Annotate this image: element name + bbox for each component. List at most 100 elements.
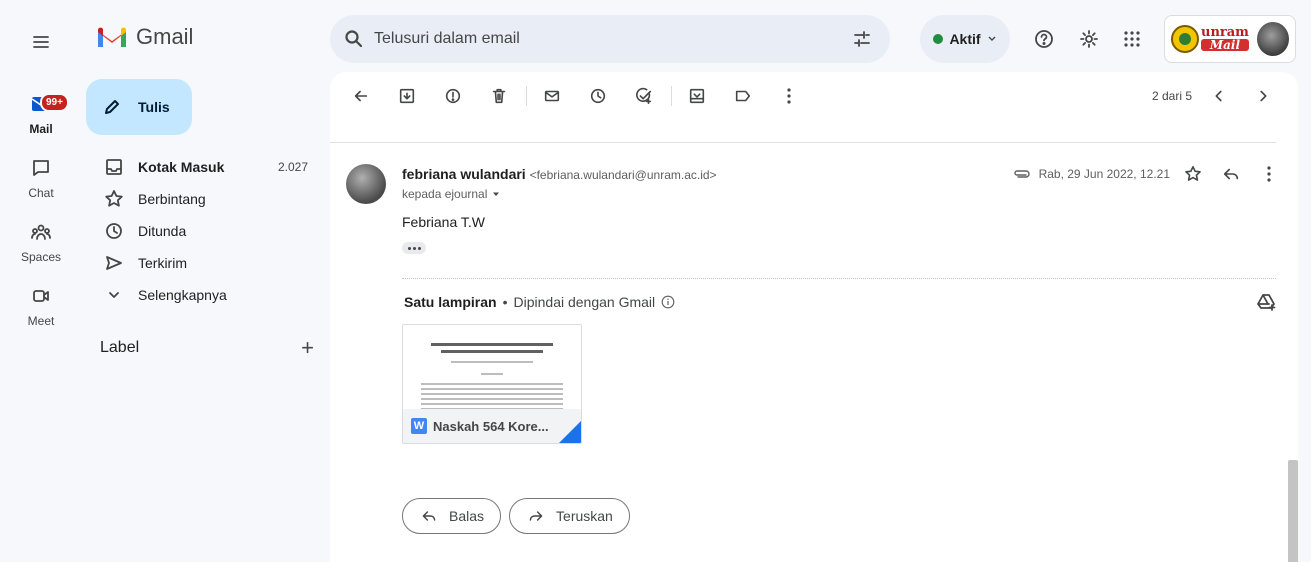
search-options-icon[interactable] <box>852 29 872 49</box>
add-to-drive-button[interactable] <box>1256 292 1276 312</box>
chevron-right-icon <box>1260 90 1267 102</box>
report-spam-button[interactable] <box>436 79 470 113</box>
search-bar[interactable]: Telusuri dalam email <box>330 15 890 63</box>
message-date: Rab, 29 Jun 2022, 12.21 <box>1038 167 1170 181</box>
compose-button[interactable]: Tulis <box>86 79 192 135</box>
apps-button[interactable] <box>1120 27 1144 51</box>
meet-icon <box>25 282 57 310</box>
back-button[interactable] <box>344 79 378 113</box>
reply-icon <box>422 511 436 521</box>
compose-label: Tulis <box>138 99 170 115</box>
forward-icon <box>529 511 543 521</box>
gear-icon <box>1080 30 1098 48</box>
message-panel: 2 dari 5 febriana wulandari <febriana.wu… <box>330 72 1298 562</box>
chat-icon <box>25 154 57 182</box>
message-more-button[interactable] <box>1254 159 1284 189</box>
add-label-button[interactable]: + <box>301 337 314 359</box>
more-vert-icon <box>787 88 791 104</box>
attachment-header: Satu lampiran • Dipindai dengan Gmail <box>404 294 675 310</box>
older-button[interactable] <box>1246 79 1280 113</box>
star-icon <box>1185 165 1201 181</box>
divider <box>330 142 1276 143</box>
message-toolbar: 2 dari 5 <box>330 72 1298 120</box>
newer-button[interactable] <box>1202 79 1236 113</box>
sender-avatar[interactable] <box>346 164 386 204</box>
archive-icon <box>399 88 415 104</box>
attachment-icon <box>1013 170 1030 178</box>
reply-button[interactable]: Balas <box>402 498 502 534</box>
chevron-left-icon <box>1215 90 1222 102</box>
reply-icon-button[interactable] <box>1216 159 1246 189</box>
gmail-m-icon <box>98 27 126 47</box>
report-icon <box>445 88 461 104</box>
envelope-icon <box>544 90 560 102</box>
hamburger-icon <box>33 36 49 48</box>
search-icon <box>345 30 363 48</box>
snooze-button[interactable] <box>581 79 615 113</box>
move-to-icon <box>689 88 705 104</box>
university-seal-icon <box>1171 25 1199 53</box>
add-task-icon <box>636 87 652 105</box>
star-button[interactable] <box>1178 159 1208 189</box>
attachment-footer: W Naskah 564 Kore... <box>403 409 581 443</box>
attachment-card[interactable]: W Naskah 564 Kore... <box>402 324 582 444</box>
sender-line: febriana wulandari <febriana.wulandari@u… <box>402 166 717 182</box>
nav-item-starred[interactable]: Berbintang <box>86 183 326 215</box>
rail-item-label: Meet <box>27 314 55 328</box>
recipient-label: kepada ejournal <box>402 187 488 201</box>
inbox-count: 2.027 <box>277 160 308 174</box>
move-to-button[interactable] <box>680 79 714 113</box>
folder-nav: Kotak Masuk 2.027 Berbintang Ditunda Ter… <box>86 151 326 311</box>
status-dot-icon <box>933 34 944 44</box>
labels-section: Label + <box>100 337 314 359</box>
sender-name[interactable]: febriana wulandari <box>402 166 526 182</box>
help-icon <box>1035 30 1053 48</box>
nav-item-sent[interactable]: Terkirim <box>86 247 326 279</box>
info-icon[interactable] <box>661 295 675 309</box>
spaces-icon <box>25 218 57 246</box>
scan-note: Dipindai dengan Gmail <box>513 294 656 310</box>
nav-item-label: Berbintang <box>138 191 206 207</box>
word-file-icon: W <box>411 418 427 434</box>
scrollbar-thumb[interactable] <box>1288 460 1298 562</box>
apps-grid-icon <box>1124 31 1140 47</box>
forward-button[interactable]: Teruskan <box>509 498 630 534</box>
settings-button[interactable] <box>1077 27 1101 51</box>
forward-label: Teruskan <box>556 508 613 524</box>
nav-item-more[interactable]: Selengkapnya <box>86 279 326 311</box>
show-trimmed-button[interactable] <box>402 242 426 254</box>
send-icon <box>104 253 124 273</box>
main-menu-button[interactable] <box>29 30 53 54</box>
arrow-left-icon <box>354 90 368 102</box>
avatar[interactable] <box>1256 22 1289 56</box>
clock-icon <box>590 88 606 104</box>
search-input[interactable]: Telusuri dalam email <box>374 30 852 48</box>
rail-item-label: Mail <box>29 122 53 136</box>
rail-item-chat[interactable]: Chat <box>8 154 74 200</box>
labels-heading: Label <box>100 339 140 356</box>
nav-item-inbox[interactable]: Kotak Masuk 2.027 <box>86 151 326 183</box>
labels-button[interactable] <box>726 79 760 113</box>
help-button[interactable] <box>1032 27 1056 51</box>
trash-icon <box>492 88 506 104</box>
rail-item-meet[interactable]: Meet <box>8 282 74 328</box>
account-switcher[interactable]: unram Mail <box>1164 15 1296 63</box>
gmail-logo[interactable]: Gmail <box>96 24 193 50</box>
rail-item-spaces[interactable]: Spaces <box>8 218 74 264</box>
archive-button[interactable] <box>390 79 424 113</box>
delete-button[interactable] <box>482 79 516 113</box>
attachment-count-label: Satu lampiran <box>404 294 497 310</box>
star-icon <box>104 189 124 209</box>
reply-icon <box>1223 168 1239 180</box>
app-title: Gmail <box>136 24 194 49</box>
doc-corner-icon <box>559 421 581 443</box>
more-actions-button[interactable] <box>772 79 806 113</box>
nav-item-snoozed[interactable]: Ditunda <box>86 215 326 247</box>
mark-unread-button[interactable] <box>535 79 569 113</box>
nav-item-label: Ditunda <box>138 223 187 239</box>
caret-down-icon <box>493 192 500 196</box>
attachment-filename: Naskah 564 Kore... <box>433 418 549 434</box>
recipient-details[interactable]: kepada ejournal <box>402 187 501 201</box>
status-button[interactable]: Aktif <box>920 15 1010 63</box>
add-task-button[interactable] <box>627 79 661 113</box>
